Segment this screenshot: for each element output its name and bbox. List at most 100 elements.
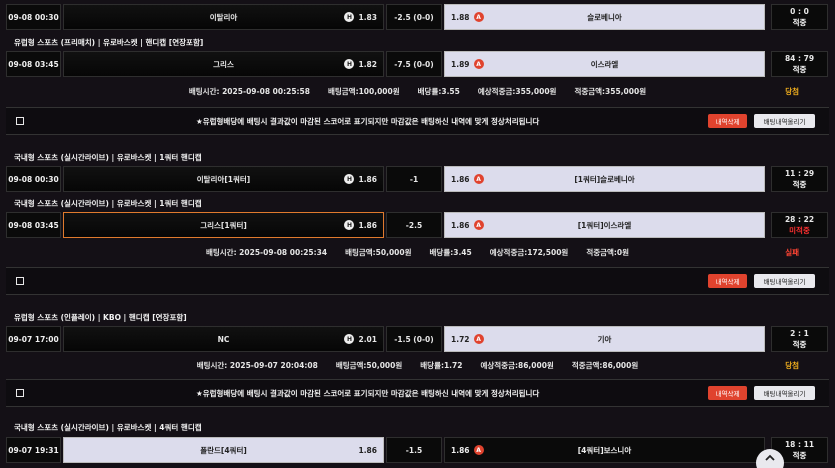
- bet-actions: ★유럽형배당에 배팅시 결과값이 마감된 스코어로 표기되지만 마감값은 배팅하…: [6, 379, 829, 407]
- home-team-name: 이탈리아[1쿼터]: [196, 174, 251, 184]
- match-time: 09-08 00:30: [6, 166, 61, 192]
- league-label: 유럽형 스포츠 (인플레이) | KBO | 핸디캡 [연장포함]: [14, 312, 187, 322]
- away-icon: A: [473, 445, 484, 455]
- match-row: 09-07 19:31 폴란드[4쿼터] 1.86 -1.5 1.86 A [4쿼…: [6, 437, 829, 463]
- bet-info: 배팅시간: 2025-09-08 00:25:34 배팅금액:50,000원 배…: [6, 240, 829, 264]
- match-score: 28 : 22: [784, 215, 815, 224]
- home-team-cell[interactable]: 그리스[1쿼터] H 1.86: [63, 212, 384, 238]
- settlement-notice: ★유럽형배당에 배팅시 결과값이 마감된 스코어로 표기되지만 마감값은 배팅하…: [196, 116, 540, 126]
- match-time: 09-08 03:45: [6, 51, 61, 77]
- bet-expected: 예상적중금:355,000원: [477, 86, 557, 96]
- select-checkbox[interactable]: [16, 117, 24, 125]
- away-team-cell[interactable]: 1.86 A [4쿼터]보스니아: [444, 437, 765, 463]
- home-team-name: 폴란드[4쿼터]: [200, 445, 247, 455]
- away-icon: A: [473, 174, 484, 184]
- away-team-name: 이스라엘: [590, 59, 619, 69]
- home-team-cell[interactable]: 이탈리아 H 1.83: [63, 4, 384, 30]
- away-team-cell[interactable]: 1.88 A 슬로베니아: [444, 4, 765, 30]
- score-cell: 11 : 29 적중: [771, 166, 828, 192]
- match-time: 09-08 00:30: [6, 4, 61, 30]
- home-icon: H: [344, 12, 355, 22]
- bet-win-amount: 적중금액:355,000원: [574, 86, 647, 96]
- upload-history-button[interactable]: 배팅내역올리기: [754, 274, 815, 288]
- home-team-cell[interactable]: NC H 2.01: [63, 326, 384, 352]
- away-team-cell[interactable]: 1.89 A 이스라엘: [444, 51, 765, 77]
- league-label: 국내형 스포츠 (실시간라이브) | 유로바스켓 | 1쿼터 핸디캡: [14, 198, 202, 208]
- bet-expected: 예상적중금:172,500원: [489, 247, 569, 257]
- home-team-cell[interactable]: 폴란드[4쿼터] 1.86: [63, 437, 384, 463]
- home-icon: H: [344, 174, 355, 184]
- delete-history-button[interactable]: 내역삭제: [708, 386, 747, 400]
- bet-rate: 배당률:1.72: [420, 360, 463, 370]
- bet-win-amount: 적중금액:0원: [586, 247, 630, 257]
- score-cell: 84 : 79 적중: [771, 51, 828, 77]
- handicap-value: -7.5 (0-0): [386, 51, 442, 77]
- match-time: 09-07 17:00: [6, 326, 61, 352]
- home-team-cell[interactable]: 이탈리아[1쿼터] H 1.86: [63, 166, 384, 192]
- away-icon: A: [473, 334, 484, 344]
- away-odds: 1.86: [451, 445, 470, 455]
- match-result: 적중: [792, 18, 807, 27]
- match-score: 0 : 0: [790, 7, 809, 16]
- match-result: 적중: [792, 180, 807, 189]
- away-team-name: 기아: [597, 334, 612, 344]
- match-row: 09-07 17:00 NC H 2.01 -1.5 (0-0) 1.72 A 기아…: [6, 326, 829, 352]
- home-team-name: 그리스[1쿼터]: [200, 220, 247, 230]
- settlement-notice: ★유럽형배당에 배팅시 결과값이 마감된 스코어로 표기되지만 마감값은 배팅하…: [196, 388, 540, 398]
- match-score: 18 : 11: [784, 440, 815, 449]
- select-checkbox[interactable]: [16, 277, 24, 285]
- bet-amount: 배팅금액:50,000원: [345, 247, 412, 257]
- match-result: 적중: [792, 340, 807, 349]
- handicap-value: -2.5: [386, 212, 442, 238]
- league-label: 유럽형 스포츠 (프리매치) | 유로바스켓 | 핸디캡 [연장포함]: [14, 37, 204, 47]
- bet-info: 배팅시간: 2025-09-07 20:04:08 배팅금액:50,000원 배…: [6, 353, 829, 377]
- select-checkbox[interactable]: [16, 389, 24, 397]
- league-label: 국내형 스포츠 (실시간라이브) | 유로바스켓 | 1쿼터 핸디캡: [14, 152, 202, 162]
- away-team-name: [1쿼터]슬로베니아: [574, 174, 635, 184]
- home-odds: 1.82: [358, 59, 377, 69]
- match-score: 84 : 79: [784, 54, 815, 63]
- bet-win-amount: 적중금액:86,000원: [571, 360, 639, 370]
- delete-history-button[interactable]: 내역삭제: [708, 114, 747, 128]
- home-odds: 1.86: [358, 174, 377, 184]
- away-icon: A: [473, 12, 484, 22]
- away-team-name: 슬로베니아: [587, 12, 622, 22]
- match-row: 09-08 00:30 이탈리아 H 1.83 -2.5 (0-0) 1.88 A …: [6, 4, 829, 30]
- bet-status: 당첨: [785, 360, 799, 370]
- bet-status: 실패: [785, 247, 799, 257]
- bet-info: 배팅시간: 2025-09-08 00:25:58 배팅금액:100,000원 …: [6, 79, 829, 103]
- home-icon: H: [344, 59, 355, 69]
- handicap-value: -2.5 (0-0): [386, 4, 442, 30]
- away-team-cell[interactable]: 1.86 A [1쿼터]이스라엘: [444, 212, 765, 238]
- bet-time: 배팅시간: 2025-09-08 00:25:58: [188, 86, 310, 96]
- match-score: 11 : 29: [784, 169, 815, 178]
- bet-actions: ★유럽형배당에 배팅시 결과값이 마감된 스코어로 표기되지만 마감값은 배팅하…: [6, 107, 829, 135]
- home-odds: 1.83: [358, 12, 377, 22]
- home-team-cell[interactable]: 그리스 H 1.82: [63, 51, 384, 77]
- away-team-cell[interactable]: 1.86 A [1쿼터]슬로베니아: [444, 166, 765, 192]
- away-odds: 1.88: [451, 12, 470, 22]
- match-result: 미적중: [789, 226, 810, 235]
- match-row: 09-08 00:30 이탈리아[1쿼터] H 1.86 -1 1.86 A [1쿼…: [6, 166, 829, 192]
- match-time: 09-08 03:45: [6, 212, 61, 238]
- chevron-up-icon: [765, 454, 775, 461]
- upload-history-button[interactable]: 배팅내역올리기: [754, 386, 815, 400]
- handicap-value: -1: [386, 166, 442, 192]
- match-result: 적중: [792, 451, 807, 460]
- home-icon: H: [344, 220, 355, 230]
- home-team-name: NC: [217, 334, 230, 344]
- home-odds: 2.01: [358, 334, 377, 344]
- away-team-cell[interactable]: 1.72 A 기아: [444, 326, 765, 352]
- league-label: 국내형 스포츠 (실시간라이브) | 유로바스켓 | 4쿼터 핸디캡: [14, 422, 202, 432]
- home-odds: 1.86: [358, 220, 377, 230]
- bet-amount: 배팅금액:50,000원: [335, 360, 403, 370]
- bet-time: 배팅시간: 2025-09-08 00:25:34: [205, 247, 328, 257]
- upload-history-button[interactable]: 배팅내역올리기: [754, 114, 815, 128]
- match-score: 2 : 1: [790, 329, 809, 338]
- handicap-value: -1.5 (0-0): [386, 326, 442, 352]
- home-team-name: 이탈리아: [209, 12, 238, 22]
- home-team-name: 그리스: [213, 59, 234, 69]
- delete-history-button[interactable]: 내역삭제: [708, 274, 747, 288]
- match-time: 09-07 19:31: [6, 437, 61, 463]
- bet-actions: 내역삭제 배팅내역올리기: [6, 267, 829, 295]
